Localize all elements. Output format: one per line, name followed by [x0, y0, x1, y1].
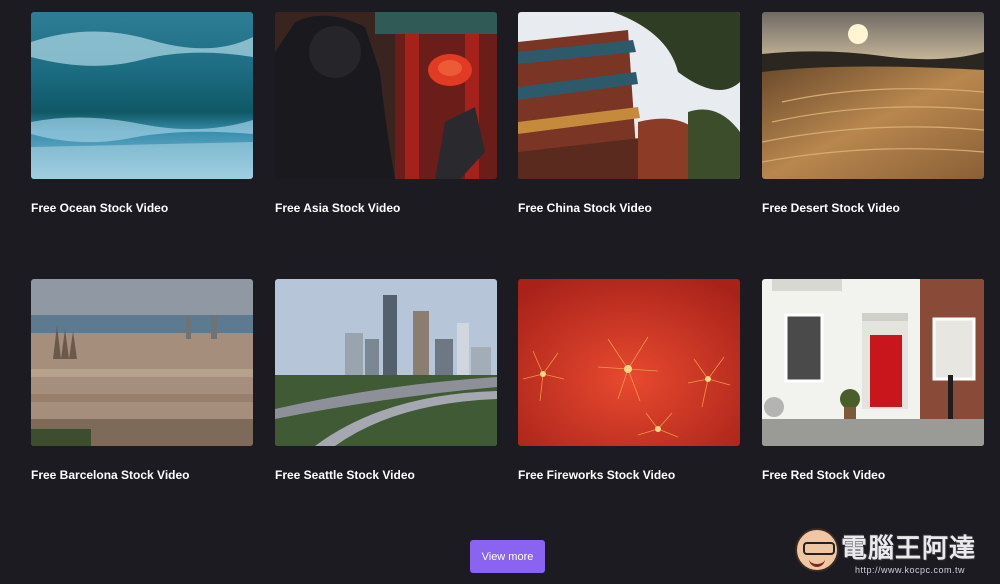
barcelona-thumbnail[interactable] — [31, 279, 253, 446]
card-title[interactable]: Free Fireworks Stock Video — [518, 468, 675, 482]
fireworks-thumbnail[interactable] — [518, 279, 740, 446]
card-title[interactable]: Free Seattle Stock Video — [275, 468, 415, 482]
ocean-thumbnail[interactable] — [31, 12, 253, 179]
seattle-thumbnail[interactable] — [275, 279, 497, 446]
china-thumbnail[interactable] — [518, 12, 740, 179]
video-card-asia[interactable]: Free Asia Stock Video — [275, 12, 497, 215]
card-title[interactable]: Free Red Stock Video — [762, 468, 885, 482]
desert-thumbnail[interactable] — [762, 12, 984, 179]
mascot-face-icon — [795, 528, 839, 572]
video-card-fireworks[interactable]: Free Fireworks Stock Video — [518, 279, 740, 482]
video-card-desert[interactable]: Free Desert Stock Video — [762, 12, 984, 215]
video-card-ocean[interactable]: Free Ocean Stock Video — [31, 12, 253, 215]
watermark-url: http://www.kocpc.com.tw — [855, 565, 966, 575]
watermark-logo: 電腦王阿達 http://www.kocpc.com.tw — [795, 522, 995, 580]
card-title[interactable]: Free Barcelona Stock Video — [31, 468, 190, 482]
card-title[interactable]: Free China Stock Video — [518, 201, 652, 215]
video-card-china[interactable]: Free China Stock Video — [518, 12, 740, 215]
video-card-barcelona[interactable]: Free Barcelona Stock Video — [31, 279, 253, 482]
video-gallery-page: Free Ocean Stock Video Free Asia Stock V… — [0, 0, 1000, 584]
view-more-button[interactable]: View more — [470, 540, 545, 573]
card-title[interactable]: Free Ocean Stock Video — [31, 201, 168, 215]
video-card-seattle[interactable]: Free Seattle Stock Video — [275, 279, 497, 482]
video-card-red[interactable]: Free Red Stock Video — [762, 279, 984, 482]
card-title[interactable]: Free Asia Stock Video — [275, 201, 400, 215]
card-title[interactable]: Free Desert Stock Video — [762, 201, 900, 215]
red-door-thumbnail[interactable] — [762, 279, 984, 446]
watermark-title: 電腦王阿達 — [841, 533, 977, 563]
asia-thumbnail[interactable] — [275, 12, 497, 179]
